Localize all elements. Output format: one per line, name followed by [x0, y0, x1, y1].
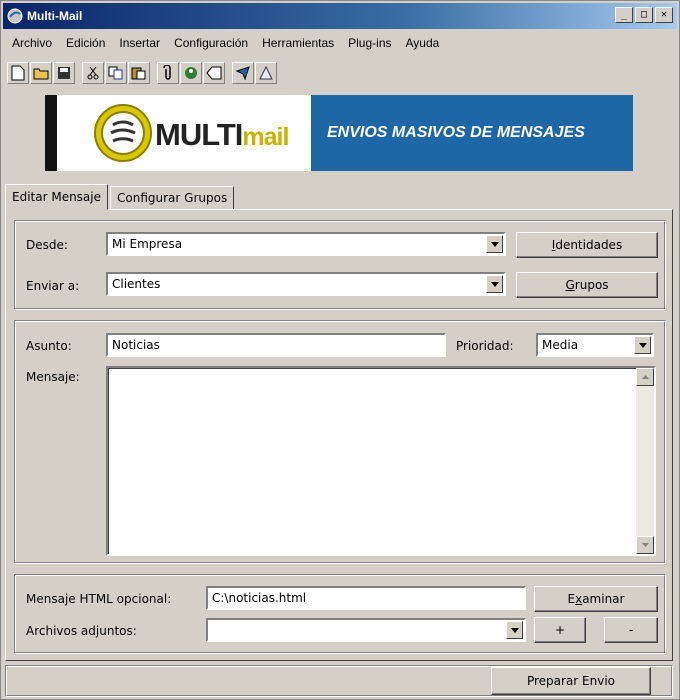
- menu-ayuda[interactable]: Ayuda: [399, 36, 447, 50]
- grupos-button[interactable]: Grupos: [516, 272, 658, 298]
- minimize-button[interactable]: _: [615, 7, 633, 23]
- copy-icon[interactable]: [105, 62, 127, 84]
- chevron-down-icon[interactable]: [486, 275, 503, 293]
- mensaje-textarea[interactable]: [106, 366, 656, 556]
- window-title: Multi-Mail: [27, 9, 83, 23]
- desde-value: Mi Empresa: [112, 237, 183, 251]
- maximize-button[interactable]: □: [635, 7, 653, 23]
- menu-insertar[interactable]: Insertar: [112, 36, 167, 50]
- scroll-down-icon[interactable]: [636, 536, 654, 554]
- help-icon[interactable]: [255, 62, 277, 84]
- banner: MULTImail ENVIOS MASIVOS DE MENSAJES: [45, 95, 633, 171]
- cut-icon[interactable]: [82, 62, 104, 84]
- toolbar: [7, 59, 278, 87]
- title-bar[interactable]: Multi-Mail _ □ ✕: [3, 3, 677, 29]
- tab-panel: Desde: Mi Empresa Identidades Enviar a: …: [5, 209, 673, 661]
- menu-archivo[interactable]: Archivo: [5, 36, 59, 50]
- chevron-down-icon[interactable]: [486, 235, 503, 253]
- html-input[interactable]: C:\noticias.html: [206, 586, 526, 610]
- html-label: Mensaje HTML opcional:: [26, 592, 172, 606]
- open-folder-icon[interactable]: [30, 62, 52, 84]
- enviar-combo[interactable]: Clientes: [106, 272, 506, 296]
- logo-text: MULTImail: [155, 117, 289, 152]
- attach-icon[interactable]: [157, 62, 179, 84]
- enviar-label: Enviar a:: [26, 279, 80, 293]
- menu-herramientas[interactable]: Herramientas: [255, 36, 341, 50]
- asunto-input[interactable]: Noticias: [106, 333, 446, 357]
- asunto-label: Asunto:: [26, 339, 72, 353]
- adjuntos-label: Archivos adjuntos:: [26, 624, 137, 638]
- tag-icon[interactable]: [203, 62, 225, 84]
- prioridad-label: Prioridad:: [456, 339, 514, 353]
- chevron-down-icon[interactable]: [634, 336, 651, 354]
- identidades-button[interactable]: Identidades: [516, 232, 658, 258]
- asunto-value: Noticias: [112, 338, 160, 352]
- banner-logo: MULTImail: [45, 95, 311, 171]
- menu-configuracion[interactable]: Configuración: [167, 36, 255, 50]
- tab-strip: Editar Mensaje Configurar Grupos: [5, 184, 236, 210]
- add-attachment-button[interactable]: +: [534, 617, 586, 643]
- menu-bar: Archivo Edición Insertar Configuración H…: [5, 32, 446, 54]
- scroll-up-icon[interactable]: [636, 368, 654, 386]
- multimail-app-icon: [7, 8, 23, 24]
- prioridad-value: Media: [542, 338, 579, 352]
- main-window: Multi-Mail _ □ ✕ Archivo Edición Inserta…: [0, 0, 680, 700]
- save-icon[interactable]: [53, 62, 75, 84]
- close-button[interactable]: ✕: [655, 7, 673, 23]
- adjuntos-combo[interactable]: [206, 618, 526, 642]
- new-file-icon[interactable]: [7, 62, 29, 84]
- send-icon[interactable]: [232, 62, 254, 84]
- address-book-icon[interactable]: [180, 62, 202, 84]
- html-value: C:\noticias.html: [212, 591, 307, 605]
- mensaje-label: Mensaje:: [26, 370, 80, 384]
- desde-combo[interactable]: Mi Empresa: [106, 232, 506, 256]
- examinar-button[interactable]: Examinar: [534, 586, 658, 612]
- desde-label: Desde:: [26, 238, 68, 252]
- tab-configurar-grupos[interactable]: Configurar Grupos: [110, 186, 235, 210]
- enviar-value: Clientes: [112, 277, 161, 291]
- remove-attachment-button[interactable]: -: [604, 617, 658, 643]
- menu-edicion[interactable]: Edición: [59, 36, 112, 50]
- chevron-down-icon[interactable]: [506, 621, 523, 639]
- menu-plugins[interactable]: Plug-ins: [341, 36, 398, 50]
- prioridad-combo[interactable]: Media: [536, 333, 654, 357]
- logo-emblem-icon: [94, 104, 152, 162]
- preparar-envio-button[interactable]: Preparar Envio: [491, 667, 651, 695]
- message-scrollbar[interactable]: [636, 368, 654, 554]
- banner-tagline: ENVIOS MASIVOS DE MENSAJES: [311, 95, 633, 171]
- paste-icon[interactable]: [128, 62, 150, 84]
- tab-editar-mensaje[interactable]: Editar Mensaje: [5, 184, 109, 210]
